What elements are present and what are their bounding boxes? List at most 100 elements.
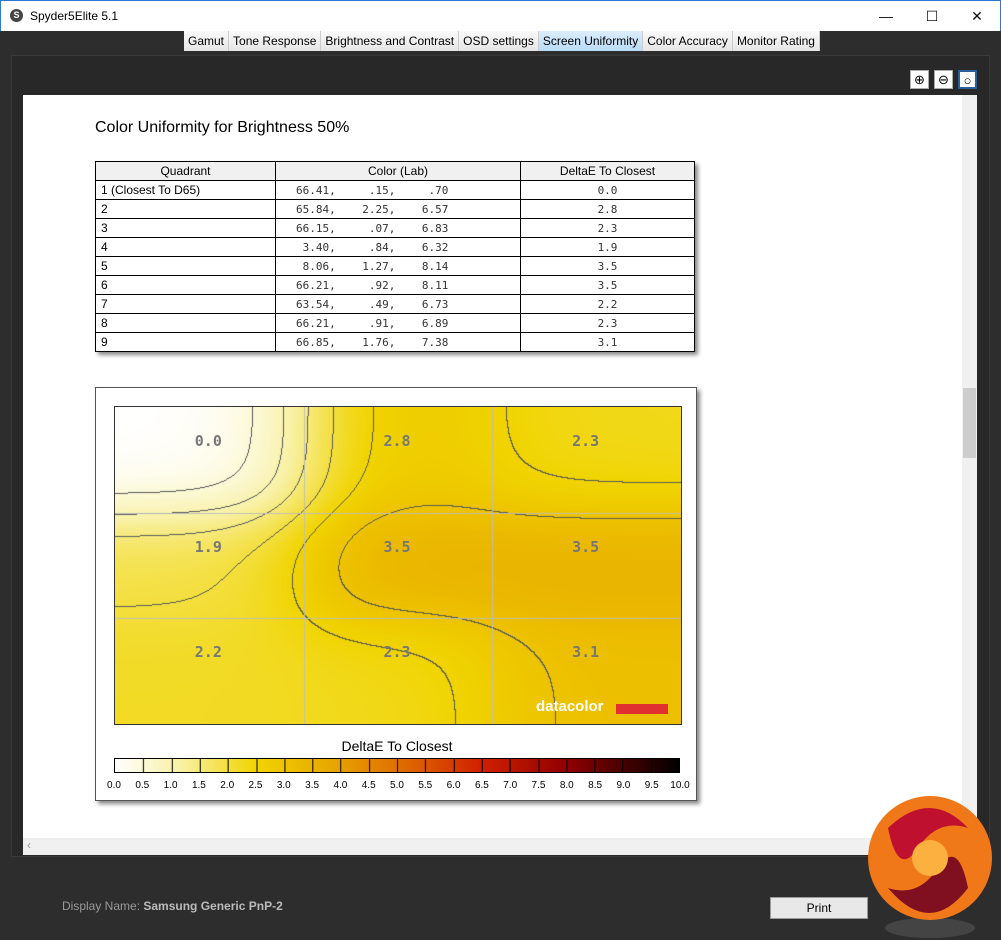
report-heading: Color Uniformity for Brightness 50% bbox=[95, 119, 350, 136]
deltae-cell: 3.1 bbox=[520, 332, 695, 352]
uniformity-table: Quadrant Color (Lab) DeltaE To Closest 1… bbox=[95, 161, 695, 352]
display-name-label: Display Name: bbox=[62, 899, 141, 913]
zoom-in-icon[interactable]: ⊕ bbox=[910, 70, 929, 89]
app-icon: S bbox=[10, 9, 23, 22]
quadrant-cell: 1 (Closest To D65) bbox=[95, 180, 276, 200]
close-button[interactable]: ✕ bbox=[962, 5, 992, 27]
zoom-out-icon[interactable]: ⊖ bbox=[934, 70, 953, 89]
colorbar-tick-label: 1.5 bbox=[191, 780, 206, 791]
lab-cell: 66.15, .07, 6.83 bbox=[275, 218, 521, 238]
colorbar-tick-label: 4.5 bbox=[361, 780, 376, 791]
lab-cell: 63.54, .49, 6.73 bbox=[275, 294, 521, 314]
table-row: 6 66.21, .92, 8.11 3.5 bbox=[95, 275, 695, 295]
heatmap-cell-label: 2.3 bbox=[383, 643, 411, 662]
table-row: 1 (Closest To D65) 66.41, .15, .70 0.0 bbox=[95, 180, 695, 200]
deltae-cell: 3.5 bbox=[520, 256, 695, 276]
deltae-cell: 0.0 bbox=[520, 180, 695, 200]
tab-color-accuracy[interactable]: Color Accuracy bbox=[643, 31, 733, 51]
colorbar-tick-label: 8.5 bbox=[588, 780, 603, 791]
horizontal-scrollbar[interactable]: ‹ bbox=[23, 838, 977, 855]
table-row: 3 66.15, .07, 6.83 2.3 bbox=[95, 218, 695, 238]
quadrant-cell: 4 bbox=[95, 237, 276, 257]
heatmap-cell-label: 2.3 bbox=[572, 431, 600, 450]
quadrant-cell: 3 bbox=[95, 218, 276, 238]
colorbar-tick-label: 7.5 bbox=[531, 780, 546, 791]
column-header: DeltaE To Closest bbox=[520, 161, 695, 181]
heatmap-cell-label: 1.9 bbox=[194, 537, 222, 556]
column-header: Color (Lab) bbox=[275, 161, 521, 181]
deltae-cell: 1.9 bbox=[520, 237, 695, 257]
colorbar-tick-label: 7.0 bbox=[503, 780, 518, 791]
uniformity-heatmap: 0.0 2.8 2.3 1.9 3.5 3.5 2.2 2.3 3.1 datacolor De… bbox=[95, 387, 697, 801]
column-header: Quadrant bbox=[95, 161, 276, 181]
colorbar-tick-label: 1.0 bbox=[163, 780, 178, 791]
maximize-button[interactable]: ☐ bbox=[917, 5, 947, 27]
report-content: Color Uniformity for Brightness 50% Quad… bbox=[23, 95, 962, 838]
deltae-cell: 3.5 bbox=[520, 275, 695, 295]
tab-osd-settings[interactable]: OSD settings bbox=[459, 31, 539, 51]
table-row: 8 66.21, .91, 6.89 2.3 bbox=[95, 313, 695, 333]
tab-gamut[interactable]: Gamut bbox=[184, 31, 230, 51]
colorbar-tick-label: 5.5 bbox=[418, 780, 433, 791]
vertical-scrollbar[interactable] bbox=[962, 95, 977, 838]
quadrant-cell: 2 bbox=[95, 199, 276, 219]
lab-cell: 66.85, 1.76, 7.38 bbox=[275, 332, 521, 352]
colorbar-tick-label: 6.5 bbox=[474, 780, 489, 791]
quadrant-cell: 6 bbox=[95, 275, 276, 295]
colorbar-tick-label: 0.0 bbox=[107, 780, 121, 791]
colorbar-title: DeltaE To Closest bbox=[341, 738, 453, 754]
colorbar-tick-label: 4.0 bbox=[333, 780, 348, 791]
lab-cell: 3.40, .84, 6.32 bbox=[275, 237, 521, 257]
deltae-cell: 2.2 bbox=[520, 294, 695, 314]
lab-cell: 66.41, .15, .70 bbox=[275, 180, 521, 200]
heatmap-cell-label: 3.5 bbox=[572, 537, 600, 556]
colorbar-tick-label: 3.5 bbox=[305, 780, 320, 791]
window-title: Spyder5Elite 5.1 bbox=[30, 9, 119, 23]
table-row: 9 66.85, 1.76, 7.38 3.1 bbox=[95, 332, 695, 352]
colorbar-tick-label: 3.0 bbox=[276, 780, 291, 791]
colorbar-tick-label: 0.5 bbox=[135, 780, 150, 791]
deltae-cell: 2.3 bbox=[520, 313, 695, 333]
colorbar-tick-label: 8.0 bbox=[559, 780, 574, 791]
lab-cell: 66.21, .92, 8.11 bbox=[275, 275, 521, 295]
heatmap-cell-label: 3.5 bbox=[383, 537, 411, 556]
lab-cell: 66.21, .91, 6.89 bbox=[275, 313, 521, 333]
deltae-cell: 2.8 bbox=[520, 199, 695, 219]
report-tabs: Gamut Tone Response Brightness and Contras… bbox=[184, 31, 820, 51]
tab-monitor-rating[interactable]: Monitor Rating bbox=[732, 31, 820, 51]
heatmap-cell-label: 3.1 bbox=[572, 643, 600, 662]
quadrant-cell: 7 bbox=[95, 294, 276, 314]
quadrant-cell: 9 bbox=[95, 332, 276, 352]
print-button[interactable]: Print bbox=[770, 897, 868, 919]
colorbar-tick-label: 5.0 bbox=[390, 780, 404, 791]
colorbar-tick-label: 6.0 bbox=[446, 780, 461, 791]
deltae-cell: 2.3 bbox=[520, 218, 695, 238]
brand-logo bbox=[868, 796, 992, 938]
zoom-fit-icon[interactable]: ○ bbox=[958, 70, 977, 89]
tab-brightness-and-contrast[interactable]: Brightness and Contrast bbox=[321, 31, 460, 51]
table-row: 4 3.40, .84, 6.32 1.9 bbox=[95, 237, 695, 257]
quadrant-cell: 5 bbox=[95, 256, 276, 276]
colorbar-tick-label: 2.5 bbox=[248, 780, 263, 791]
colorbar-tick-label: 9.5 bbox=[644, 780, 659, 791]
tab-screen-uniformity[interactable]: Screen Uniformity bbox=[538, 31, 644, 51]
heatmap-plot bbox=[114, 406, 682, 725]
datacolor-logo-bar bbox=[616, 704, 668, 714]
table-row: 5 8.06, 1.27, 8.14 3.5 bbox=[95, 256, 695, 276]
display-name-value: Samsung Generic PnP-2 bbox=[143, 899, 283, 913]
heatmap-cell-label: 0.0 bbox=[194, 431, 222, 450]
heatmap-cell-label: 2.8 bbox=[383, 431, 411, 450]
lab-cell: 65.84, 2.25, 6.57 bbox=[275, 199, 521, 219]
lab-cell: 8.06, 1.27, 8.14 bbox=[275, 256, 521, 276]
colorbar bbox=[114, 758, 680, 773]
colorbar-tick-label: 9.0 bbox=[616, 780, 631, 791]
colorbar-tick-label: 10.0 bbox=[670, 780, 690, 791]
scroll-thumb[interactable] bbox=[963, 388, 976, 458]
display-name: Display Name: Samsung Generic PnP-2 bbox=[62, 899, 283, 913]
minimize-button[interactable]: — bbox=[871, 5, 901, 27]
title-bar: S Spyder5Elite 5.1 — ☐ ✕ bbox=[0, 0, 1001, 31]
table-row: 7 63.54, .49, 6.73 2.2 bbox=[95, 294, 695, 314]
datacolor-logo: datacolor bbox=[536, 698, 604, 715]
heatmap-cell-label: 2.2 bbox=[194, 643, 222, 662]
tab-tone-response[interactable]: Tone Response bbox=[229, 31, 322, 51]
